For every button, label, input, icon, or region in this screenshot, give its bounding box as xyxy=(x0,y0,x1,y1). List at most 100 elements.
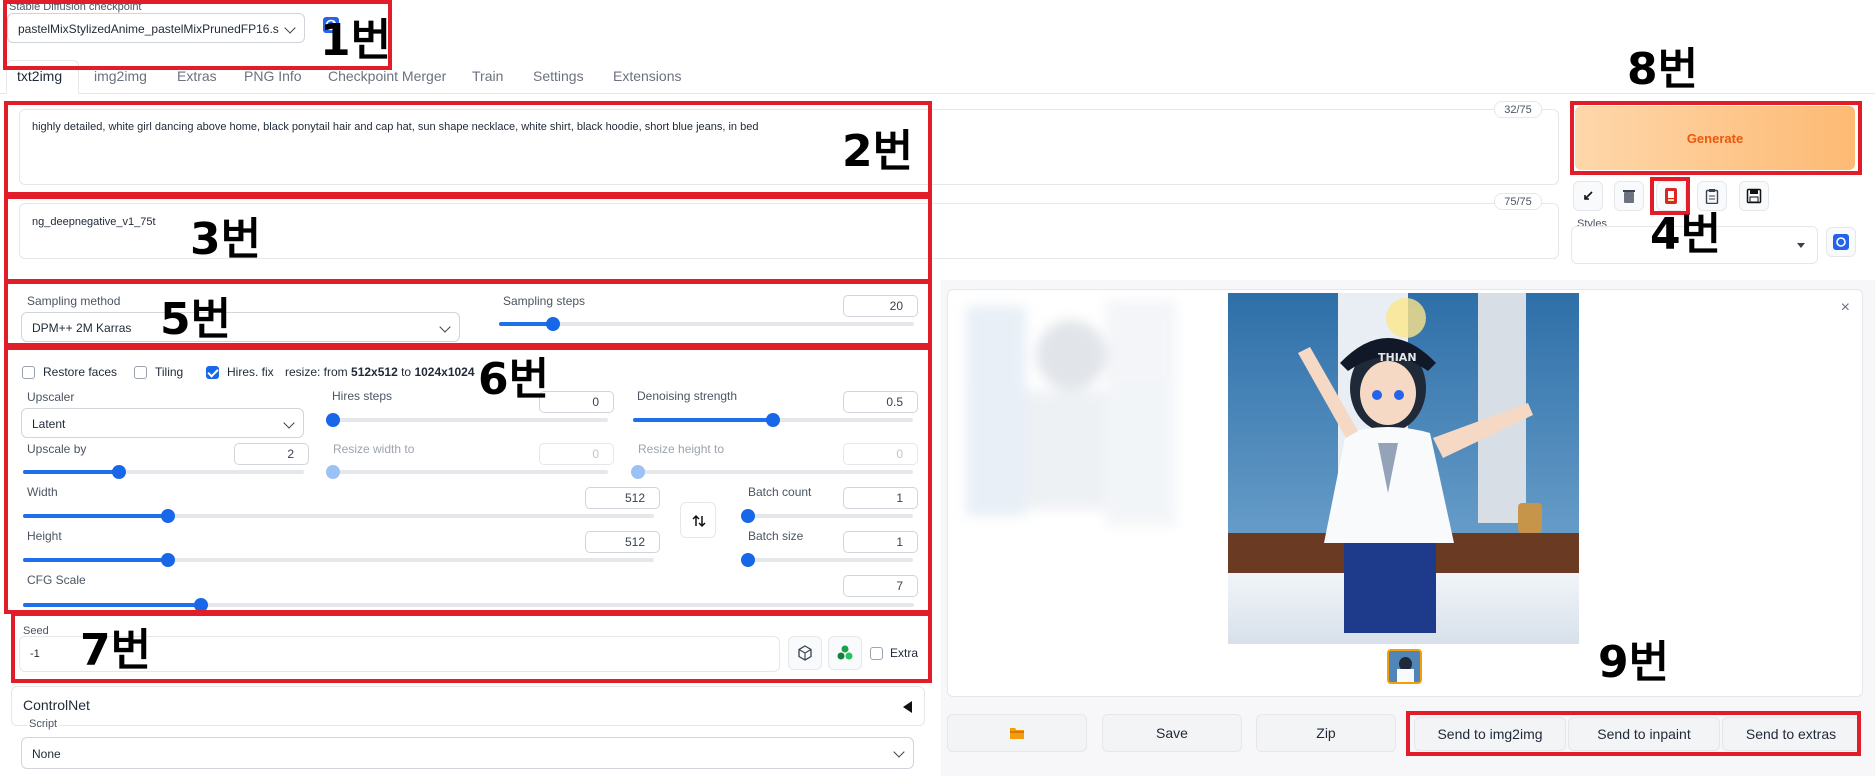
resize-height-input[interactable]: 0 xyxy=(843,443,918,465)
generate-label: Generate xyxy=(1686,130,1744,146)
tiling-label: Tiling xyxy=(155,365,184,379)
open-folder-button[interactable] xyxy=(947,714,1087,752)
denoising-input[interactable]: 0.5 xyxy=(843,391,918,413)
arrow-icon xyxy=(1584,191,1593,200)
tab-png-info[interactable]: PNG Info xyxy=(244,68,302,84)
tab-txt2img[interactable]: txt2img xyxy=(17,68,62,84)
height-input[interactable]: 512 xyxy=(585,531,660,553)
send-to-img2img-button[interactable]: Send to img2img xyxy=(1414,717,1566,751)
chevron-down-icon xyxy=(283,417,295,429)
styles-refresh-button[interactable] xyxy=(1826,227,1856,257)
prompt-textarea[interactable]: highly detailed, white girl dancing abov… xyxy=(19,109,1559,185)
apply-style-button[interactable] xyxy=(1697,181,1727,211)
denoising-slider[interactable] xyxy=(633,413,913,427)
restore-faces-checkbox[interactable] xyxy=(22,366,35,379)
caret-left-icon xyxy=(903,701,912,713)
upscaler-label: Upscaler xyxy=(27,390,75,404)
checkpoint-dropdown[interactable]: pastelMixStylizedAnime_pastelMixPrunedFP… xyxy=(7,13,305,43)
batch-count-label: Batch count xyxy=(748,485,812,499)
prompt-token-counter: 32/75 xyxy=(1494,101,1542,118)
sampling-steps-label: Sampling steps xyxy=(503,294,586,308)
cfg-scale-input[interactable]: 7 xyxy=(843,575,918,597)
generate-button[interactable]: Generate xyxy=(1575,106,1855,170)
tab-settings[interactable]: Settings xyxy=(533,68,584,84)
tiling-checkbox[interactable] xyxy=(134,366,147,379)
read-params-button[interactable] xyxy=(1573,181,1603,211)
resize-width-slider[interactable] xyxy=(326,465,608,479)
sampling-method-label: Sampling method xyxy=(27,294,121,308)
save-style-button[interactable] xyxy=(1739,181,1769,211)
upscaler-value: Latent xyxy=(32,417,66,431)
upscale-by-slider[interactable] xyxy=(23,465,304,479)
batch-size-input[interactable]: 1 xyxy=(843,531,918,553)
negative-token-counter: 75/75 xyxy=(1494,193,1542,210)
tab-img2img[interactable]: img2img xyxy=(94,68,147,84)
sampling-steps-slider[interactable] xyxy=(499,317,914,331)
refresh-icon xyxy=(1833,234,1849,250)
cfg-scale-slider[interactable] xyxy=(23,598,914,612)
height-slider[interactable] xyxy=(23,553,654,567)
extra-seed-label: Extra xyxy=(890,646,919,660)
upscaler-dropdown[interactable]: Latent xyxy=(21,408,304,438)
upscale-by-label: Upscale by xyxy=(27,442,87,456)
negative-prompt-text: ng_deepnegative_v1_75t xyxy=(32,216,156,228)
blurred-preview-image xyxy=(956,300,1176,526)
save-button[interactable]: Save xyxy=(1102,714,1242,752)
send-to-extras-button[interactable]: Send to extras xyxy=(1722,717,1860,751)
swap-icon xyxy=(692,514,706,528)
sampling-steps-input[interactable]: 20 xyxy=(843,295,918,317)
script-dropdown[interactable]: None xyxy=(21,737,914,769)
width-input[interactable]: 512 xyxy=(585,487,660,509)
denoising-label: Denoising strength xyxy=(637,389,738,403)
trash-icon xyxy=(1623,190,1635,203)
restore-faces-label: Restore faces xyxy=(43,365,118,379)
tab-extras[interactable]: Extras xyxy=(177,68,217,84)
chevron-down-icon xyxy=(439,321,451,333)
resize-height-label: Resize height to xyxy=(638,442,725,456)
resize-width-input[interactable]: 0 xyxy=(539,443,614,465)
cap-text: THIAN xyxy=(1378,351,1417,364)
annotation-label-9: 9번 xyxy=(1598,637,1670,688)
close-icon[interactable]: × xyxy=(1841,300,1850,316)
hires-steps-input[interactable]: 0 xyxy=(539,391,614,413)
send-to-inpaint-button[interactable]: Send to inpaint xyxy=(1568,717,1720,751)
batch-count-slider[interactable] xyxy=(741,509,913,523)
tab-checkpoint-merger[interactable]: Checkpoint Merger xyxy=(328,68,446,84)
upscale-by-input[interactable]: 2 xyxy=(234,443,309,465)
tab-extensions[interactable]: Extensions xyxy=(613,68,681,84)
recycle-icon xyxy=(837,645,853,660)
resize-width-label: Resize width to xyxy=(333,442,415,456)
sampling-method-dropdown[interactable]: DPM++ 2M Karras xyxy=(21,312,460,342)
output-gallery: THIAN × xyxy=(947,289,1863,697)
random-seed-button[interactable] xyxy=(788,636,822,670)
controlnet-label: ControlNet xyxy=(23,697,90,713)
extra-seed-checkbox[interactable] xyxy=(870,647,883,660)
hires-steps-slider[interactable] xyxy=(326,413,608,427)
annotation-box-6 xyxy=(4,346,932,614)
hires-fix-checkbox[interactable] xyxy=(206,366,219,379)
extra-networks-button[interactable] xyxy=(1656,181,1686,211)
gallery-thumbnail[interactable] xyxy=(1387,649,1422,684)
resize-height-slider[interactable] xyxy=(631,465,913,479)
folder-icon xyxy=(1010,728,1024,739)
hires-steps-label: Hires steps xyxy=(332,389,393,403)
reuse-seed-button[interactable] xyxy=(828,636,862,670)
tab-train[interactable]: Train xyxy=(472,68,503,84)
checkpoint-label: Stable Diffusion checkpoint xyxy=(9,1,142,13)
zip-button[interactable]: Zip xyxy=(1256,714,1396,752)
generated-image: THIAN xyxy=(1228,293,1579,644)
swap-dimensions-button[interactable] xyxy=(680,502,716,538)
batch-count-input[interactable]: 1 xyxy=(843,487,918,509)
chevron-down-icon xyxy=(1797,243,1805,248)
hires-fix-label: Hires. fix xyxy=(227,365,274,379)
clear-prompt-button[interactable] xyxy=(1614,181,1644,211)
annotation-label-6: 6번 xyxy=(478,354,550,405)
controlnet-accordion[interactable]: ControlNet xyxy=(11,686,925,726)
width-slider[interactable] xyxy=(23,509,654,523)
annotation-label-3: 3번 xyxy=(190,214,262,265)
batch-size-slider[interactable] xyxy=(741,553,913,567)
annotation-label-5: 5번 xyxy=(160,294,232,345)
resize-summary: resize: from 512x512 to 1024x1024 xyxy=(285,365,475,379)
prompt-text: highly detailed, white girl dancing abov… xyxy=(32,121,759,133)
seed-value: -1 xyxy=(30,648,40,660)
